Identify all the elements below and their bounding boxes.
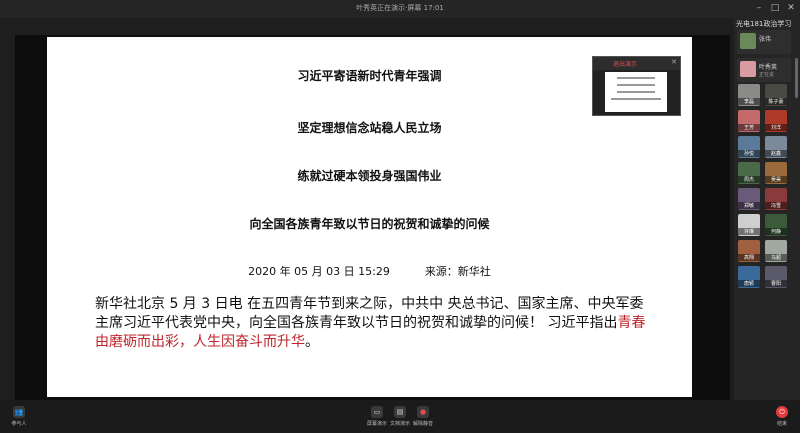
participant-tile[interactable]: 王芳: [738, 110, 760, 132]
participant-tile[interactable]: 孙悦: [738, 136, 760, 158]
participant-name: 赵鑫: [765, 150, 787, 157]
participant-name: 周杰: [738, 176, 760, 183]
participant-tile[interactable]: 周杰: [738, 162, 760, 184]
participant-name: 冯雪: [765, 202, 787, 209]
sidebar-scrollbar[interactable]: [795, 58, 798, 98]
participant-tile[interactable]: 吴昊: [765, 162, 787, 184]
slide-date: 2020 年 05 月 03 日 15:29: [248, 265, 390, 278]
presenter-avatar: [740, 33, 756, 49]
participant-name: 唐颖: [738, 280, 760, 287]
thumbnail-preview: [605, 72, 667, 112]
participant-tile[interactable]: 许琳: [738, 214, 760, 236]
minimize-icon[interactable]: –: [752, 2, 766, 14]
screen-icon: ▭: [371, 406, 383, 418]
participant-name: 陈子豪: [765, 98, 787, 105]
participant-tile[interactable]: 李磊: [738, 84, 760, 106]
participant-tile[interactable]: 马超: [765, 240, 787, 262]
participant-tile[interactable]: 曹阳: [765, 266, 787, 288]
speaker-avatar: [740, 61, 756, 77]
participant-name: 吴昊: [765, 176, 787, 183]
end-meeting-button[interactable]: ⏻ 结束: [767, 406, 797, 432]
meeting-name: 光电181政治学习: [736, 20, 792, 28]
presentation-thumbnail[interactable]: 退出演示 ✕: [592, 56, 681, 116]
title-bar: 叶秀英正在演示·屏幕 17:01 – □ ✕: [0, 0, 800, 18]
speaker-tile[interactable]: 叶秀英 正在说: [737, 58, 791, 82]
thumbnail-close-icon[interactable]: ✕: [671, 58, 677, 66]
participant-name: 许琳: [738, 228, 760, 235]
slide-subheadline-3: 向全国各族青年致以节日的祝贺和诚挚的问候: [249, 217, 490, 231]
slide-body-end: 。: [305, 334, 319, 350]
thumbnail-bar: 退出演示 ✕: [593, 57, 680, 70]
participant-sidebar: 光电181政治学习 张伟 叶秀英 正在说 李磊 陈子豪王芳 刘洋孙悦 赵鑫周杰 吴昊郑敏…: [734, 18, 800, 400]
participant-name: 高翔: [738, 254, 760, 261]
participant-tile[interactable]: 唐颖: [738, 266, 760, 288]
participant-name: 马超: [765, 254, 787, 261]
slide-dateline: 2020 年 05 月 03 日 15:29 来源：新华社: [47, 263, 692, 279]
slide-body-text: 新华社北京 5 月 3 日电 在五四青年节到来之际，中共中 央总书记、国家主席、…: [95, 296, 644, 331]
participant-name: 李磊: [738, 98, 760, 105]
window-title: 叶秀英正在演示·屏幕 17:01: [356, 4, 444, 12]
slide-body: 新华社北京 5 月 3 日电 在五四青年节到来之际，中共中 央总书记、国家主席、…: [95, 295, 655, 352]
slide-subheadline-2: 练就过硬本领投身强国伟业: [297, 169, 442, 183]
speaker-status: 正在说: [759, 72, 775, 78]
participant-name: 郑敏: [738, 202, 760, 209]
participant-tile[interactable]: 何静: [765, 214, 787, 236]
participant-name: 孙悦: [738, 150, 760, 157]
participant-tile[interactable]: 刘洋: [765, 110, 787, 132]
participant-tile[interactable]: 赵鑫: [765, 136, 787, 158]
close-icon[interactable]: ✕: [784, 2, 798, 14]
participant-name: 刘洋: [765, 124, 787, 131]
slide-source: 来源：新华社: [424, 265, 491, 278]
participant-tile[interactable]: 陈子豪: [765, 84, 787, 106]
participant-tile[interactable]: 郑敏: [738, 188, 760, 210]
participant-tile[interactable]: 高翔: [738, 240, 760, 262]
participant-name: 曹阳: [765, 280, 787, 287]
bottom-toolbar: 👥 参与人 ▭ 屏幕演示 ▤ 文档演示 ● 解除静音 ⏻ 结束: [0, 400, 800, 433]
presenter-name: 张伟: [759, 36, 772, 43]
power-icon: ⏻: [776, 406, 788, 418]
exit-presentation-label[interactable]: 退出演示: [613, 59, 637, 68]
mic-muted-icon: ●: [417, 406, 429, 418]
speaker-name: 叶秀英: [759, 64, 778, 71]
presenter-tile[interactable]: 张伟: [737, 30, 791, 54]
slide-subheadline-1: 坚定理想信念站稳人民立场: [297, 121, 442, 135]
unmute-button[interactable]: ● 解除静音: [408, 406, 438, 432]
participant-tile[interactable]: 冯雪: [765, 188, 787, 210]
maximize-icon[interactable]: □: [768, 2, 782, 14]
participant-name: 王芳: [738, 124, 760, 131]
participant-name: 何静: [765, 228, 787, 235]
people-icon: 👥: [13, 406, 25, 418]
participants-button[interactable]: 👥 参与人: [4, 406, 34, 432]
document-icon: ▤: [394, 406, 406, 418]
